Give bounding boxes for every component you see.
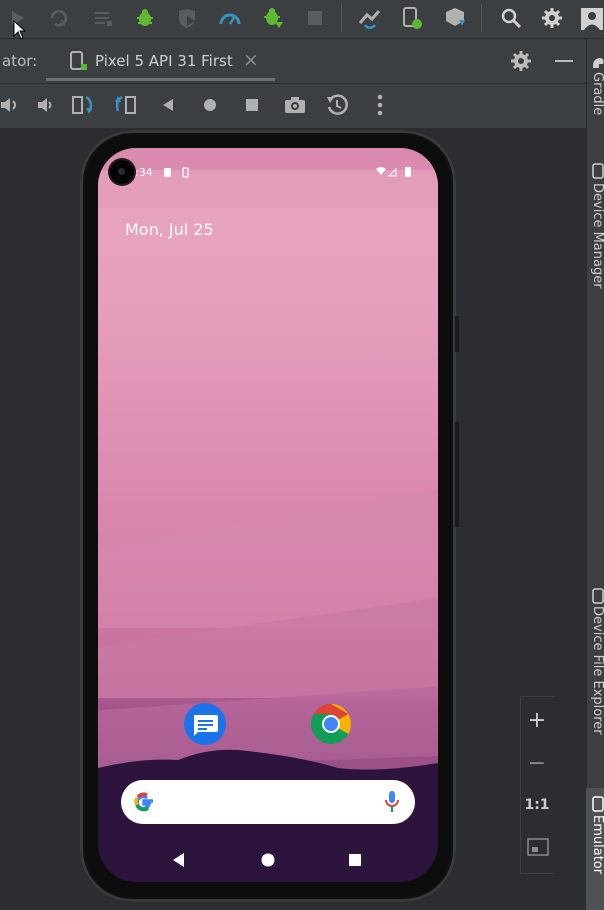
android-home-icon[interactable] (259, 850, 277, 870)
rotate-left-icon[interactable] (68, 90, 98, 120)
attach-debugger-icon[interactable] (258, 4, 288, 32)
device-manager-tab-icon (592, 163, 604, 179)
file-explorer-tab-icon (592, 588, 604, 604)
profiler-icon[interactable] (215, 4, 245, 32)
fit-screen-icon[interactable] (527, 838, 549, 856)
status-notification-icons (164, 167, 189, 178)
tab-active-indicator (46, 78, 275, 81)
tab-title: Pixel 5 API 31 First (95, 52, 233, 70)
back-icon[interactable] (153, 90, 183, 120)
search-icon[interactable] (496, 4, 526, 32)
svg-text:A: A (59, 19, 66, 28)
apply-changes-icon[interactable]: A (45, 4, 75, 32)
power-icon[interactable] (0, 90, 24, 120)
google-search-bar[interactable] (121, 780, 415, 824)
phone-power-button[interactable] (455, 316, 459, 352)
main-toolbar: A (0, 0, 604, 39)
emulator-tab-icon (592, 796, 604, 812)
debug-icon[interactable] (130, 4, 160, 32)
emulator-panel-label: ator: (2, 52, 38, 70)
emulator-settings-icon[interactable] (510, 50, 532, 72)
gradle-icon (593, 58, 604, 68)
device-manager-icon[interactable] (397, 4, 427, 32)
status-bar-time: :34 (135, 166, 153, 179)
actual-size-button[interactable]: 1:1 (522, 790, 552, 820)
home-date: Mon, Jul 25 (125, 220, 214, 239)
volume-down-icon[interactable] (30, 90, 60, 120)
camera-lens (118, 168, 125, 175)
status-system-icons (376, 167, 411, 177)
more-icon[interactable] (365, 90, 395, 120)
screenshot-icon[interactable] (280, 90, 310, 120)
mouse-cursor-icon (13, 20, 27, 40)
settings-icon[interactable] (537, 4, 567, 32)
messages-app-icon[interactable] (184, 703, 226, 745)
microphone-icon[interactable] (384, 789, 400, 815)
device-file-explorer-tool-tab[interactable]: Device File Explorer (590, 606, 604, 735)
overview-icon[interactable] (237, 90, 267, 120)
home-icon[interactable] (195, 90, 225, 120)
sdk-manager-icon[interactable] (440, 4, 470, 32)
avatar-icon[interactable] (578, 4, 604, 32)
build-icon[interactable] (88, 4, 118, 32)
android-overview-icon[interactable] (347, 850, 363, 870)
device-tab-icon (70, 51, 87, 70)
zoom-in-button[interactable]: + (522, 705, 552, 735)
google-logo-icon (134, 792, 153, 812)
tab-close-icon[interactable]: × (243, 49, 259, 71)
android-back-icon[interactable] (171, 850, 187, 870)
phone-volume-button[interactable] (455, 422, 459, 527)
coverage-icon[interactable] (172, 4, 202, 32)
toolbar-separator (481, 4, 482, 32)
toolbar-separator (341, 4, 342, 32)
zoom-out-button[interactable]: − (522, 748, 552, 778)
rotate-right-icon[interactable] (110, 90, 140, 120)
gradle-tool-tab[interactable]: Gradle (590, 72, 604, 115)
snapshot-icon[interactable] (322, 90, 352, 120)
stop-icon[interactable] (300, 4, 330, 32)
device-manager-tool-tab[interactable]: Device Manager (590, 183, 604, 289)
chrome-app-icon[interactable] (310, 703, 352, 745)
sync-gradle-icon[interactable] (355, 4, 385, 32)
emulator-tool-tab[interactable]: Emulator (590, 815, 604, 874)
phone-screen[interactable] (98, 148, 438, 882)
hide-panel-icon[interactable] (555, 60, 573, 62)
